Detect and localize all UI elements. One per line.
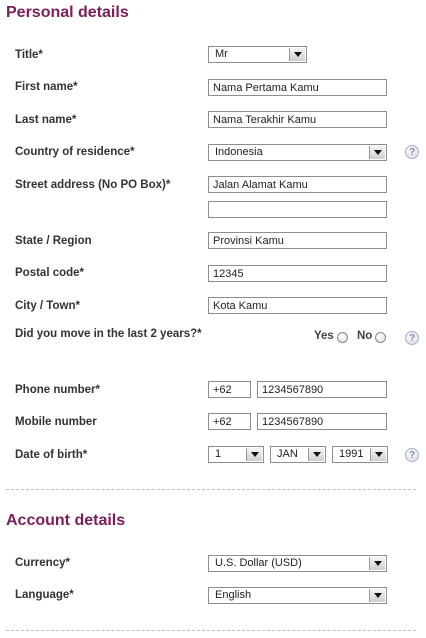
mobile-number-input[interactable]	[257, 413, 387, 430]
street-address-line2-input[interactable]	[208, 201, 387, 218]
language-select-value: English	[215, 589, 252, 601]
language-select[interactable]: English	[208, 587, 387, 604]
city-town-input[interactable]	[208, 297, 387, 314]
moved-question-label: Did you move in the last 2 years?*	[15, 328, 202, 340]
moved-no-radio[interactable]	[375, 332, 386, 343]
personal-details-heading: Personal details	[6, 4, 129, 21]
section-divider	[6, 489, 416, 490]
phone-country-code-input[interactable]	[208, 381, 251, 398]
title-label: Title*	[15, 49, 43, 61]
first-name-label: First name*	[15, 81, 78, 93]
postal-code-label: Postal code*	[15, 267, 85, 279]
chevron-down-icon	[246, 448, 262, 461]
mobile-number-label: Mobile number	[15, 416, 97, 428]
last-name-input[interactable]	[208, 111, 387, 128]
date-of-birth-label: Date of birth*	[15, 449, 88, 461]
help-question-icon[interactable]: ?	[405, 145, 419, 159]
street-address-line1-input[interactable]	[208, 176, 387, 193]
section-divider	[6, 630, 416, 631]
account-details-heading: Account details	[6, 512, 126, 529]
dob-month-select[interactable]: JAN	[270, 446, 326, 463]
street-address-label: Street address (No PO Box)*	[15, 179, 171, 191]
postal-code-input[interactable]	[208, 265, 387, 282]
moved-no-label: No	[357, 330, 373, 342]
dob-day-select[interactable]: 1	[208, 446, 264, 463]
chevron-down-icon	[369, 146, 385, 159]
chevron-down-icon	[369, 589, 385, 602]
language-label: Language*	[15, 589, 74, 601]
help-question-icon[interactable]: ?	[405, 448, 419, 462]
mobile-country-code-input[interactable]	[208, 413, 251, 430]
currency-label: Currency*	[15, 557, 70, 569]
title-select[interactable]: Mr	[208, 46, 307, 63]
state-region-input[interactable]	[208, 232, 387, 249]
country-select[interactable]: Indonesia	[208, 144, 387, 161]
first-name-input[interactable]	[208, 79, 387, 96]
chevron-down-icon	[308, 448, 324, 461]
phone-number-input[interactable]	[257, 381, 387, 398]
chevron-down-icon	[369, 557, 385, 570]
dob-year-select[interactable]: 1991	[332, 446, 388, 463]
state-region-label: State / Region	[15, 235, 92, 247]
chevron-down-icon	[370, 448, 386, 461]
help-question-icon[interactable]: ?	[405, 331, 419, 345]
city-town-label: City / Town*	[15, 300, 80, 312]
moved-yes-label: Yes	[314, 330, 334, 342]
currency-select-value: U.S. Dollar (USD)	[215, 557, 302, 569]
country-label: Country of residence*	[15, 146, 135, 158]
last-name-label: Last name*	[15, 114, 77, 126]
moved-yes-radio[interactable]	[337, 332, 348, 343]
currency-select[interactable]: U.S. Dollar (USD)	[208, 555, 387, 572]
phone-number-label: Phone number*	[15, 384, 100, 396]
country-select-value: Indonesia	[215, 146, 263, 158]
chevron-down-icon	[289, 48, 305, 61]
